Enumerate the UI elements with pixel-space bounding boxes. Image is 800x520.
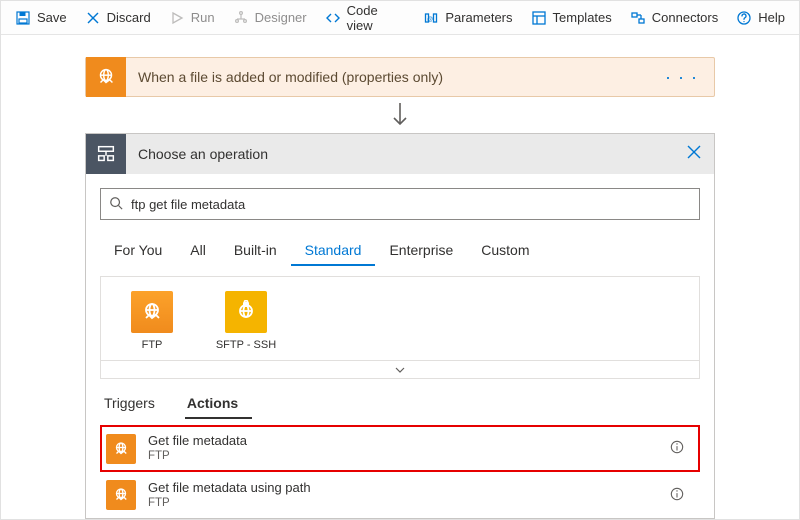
toolbar: Save Discard Run Designer Code view @ Pa… (1, 1, 799, 35)
tab-enterprise[interactable]: Enterprise (375, 236, 467, 266)
tab-built-in[interactable]: Built-in (220, 236, 291, 266)
tab-custom[interactable]: Custom (467, 236, 543, 266)
run-button[interactable]: Run (161, 6, 223, 30)
connector-ftp[interactable]: FTP (117, 291, 187, 352)
designer-label: Designer (255, 10, 307, 25)
codeview-label: Code view (347, 3, 406, 33)
save-icon (15, 10, 31, 26)
parameters-button[interactable]: @ Parameters (415, 6, 520, 30)
templates-button[interactable]: Templates (523, 6, 620, 30)
panel-title: Choose an operation (126, 146, 674, 162)
connector-label: FTP (117, 339, 187, 352)
action-subtitle: FTP (148, 496, 658, 510)
info-icon[interactable] (670, 440, 692, 457)
save-button[interactable]: Save (7, 6, 75, 30)
trigger-title: When a file is added or modified (proper… (126, 69, 649, 85)
discard-icon (85, 10, 101, 26)
templates-label: Templates (553, 10, 612, 25)
search-icon (109, 196, 123, 213)
panel-header: Choose an operation (86, 134, 714, 174)
category-tabs: For YouAllBuilt-inStandardEnterpriseCust… (100, 236, 700, 266)
code-icon (325, 10, 341, 26)
action-subtitle: FTP (148, 449, 658, 463)
save-label: Save (37, 10, 67, 25)
connector-label: SFTP - SSH (211, 339, 281, 352)
run-icon (169, 10, 185, 26)
parameters-label: Parameters (445, 10, 512, 25)
run-label: Run (191, 10, 215, 25)
templates-icon (531, 10, 547, 26)
choose-operation-panel: Choose an operation For YouAllBuilt-inSt… (85, 133, 715, 519)
sftp-icon (225, 291, 267, 333)
action-get-file-metadata-using-path[interactable]: Get file metadata using pathFTP (100, 472, 700, 519)
trigger-card[interactable]: When a file is added or modified (proper… (85, 57, 715, 97)
connector-sftp[interactable]: SFTP - SSH (211, 291, 281, 352)
ftp-icon (106, 434, 136, 464)
trigger-menu-button[interactable]: · · · (649, 67, 714, 88)
action-list: Get file metadataFTPGet file metadata us… (100, 425, 700, 518)
action-title: Get file metadata using path (148, 480, 658, 496)
tab-standard[interactable]: Standard (291, 236, 376, 266)
connectors-button[interactable]: Connectors (622, 6, 726, 30)
codeview-button[interactable]: Code view (317, 0, 414, 37)
tab-for-you[interactable]: For You (100, 236, 176, 266)
svg-text:@: @ (427, 17, 433, 23)
type-tabs: Triggers Actions (100, 389, 700, 419)
discard-button[interactable]: Discard (77, 6, 159, 30)
connectors-label: Connectors (652, 10, 718, 25)
designer-icon (233, 10, 249, 26)
operation-icon (86, 134, 126, 174)
flow-arrow (1, 97, 799, 133)
ftp-icon (131, 291, 173, 333)
info-icon[interactable] (670, 487, 692, 504)
help-button[interactable]: Help (728, 6, 793, 30)
search-input[interactable] (131, 197, 691, 212)
expand-toggle[interactable] (100, 361, 700, 379)
search-box[interactable] (100, 188, 700, 220)
designer-button[interactable]: Designer (225, 6, 315, 30)
action-title: Get file metadata (148, 433, 658, 449)
parameters-icon: @ (423, 10, 439, 26)
close-button[interactable] (674, 145, 714, 164)
tab-all[interactable]: All (176, 236, 220, 266)
designer-canvas: When a file is added or modified (proper… (1, 35, 799, 519)
ftp-icon (86, 57, 126, 97)
tab-triggers[interactable]: Triggers (102, 389, 169, 419)
connectors-icon (630, 10, 646, 26)
help-label: Help (758, 10, 785, 25)
action-get-file-metadata[interactable]: Get file metadataFTP (100, 425, 700, 472)
discard-label: Discard (107, 10, 151, 25)
ftp-icon (106, 480, 136, 510)
connector-gallery: FTP SFTP - SSH (100, 276, 700, 361)
tab-actions[interactable]: Actions (185, 389, 252, 419)
help-icon (736, 10, 752, 26)
